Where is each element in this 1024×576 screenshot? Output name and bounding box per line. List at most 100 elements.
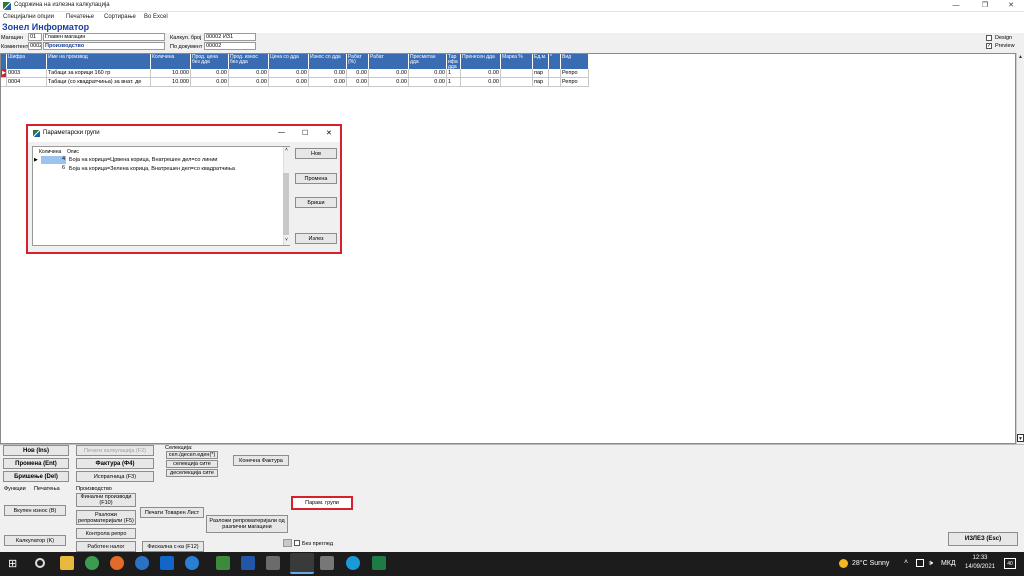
table-cell[interactable]: 10.000	[151, 69, 191, 78]
final-invoice-button[interactable]: Конечна Фактура	[233, 455, 289, 466]
table-cell[interactable]	[501, 69, 533, 78]
col-header-price-vat[interactable]: Цена со дда	[269, 54, 309, 69]
col-header-margin[interactable]: Марка %	[501, 54, 533, 69]
table-cell[interactable]: 0.00	[309, 78, 347, 87]
new-button[interactable]: Нов (Ins)	[3, 445, 69, 456]
print-waybill-button[interactable]: Печати Товарен Лист	[140, 507, 204, 518]
table-cell[interactable]: 0.00	[409, 69, 447, 78]
close-button[interactable]: ✕	[998, 0, 1024, 12]
table-cell[interactable]: 0.00	[409, 78, 447, 87]
app-icon-3[interactable]	[216, 556, 230, 570]
edit-button[interactable]: Промена (Ent)	[3, 458, 69, 469]
table-cell[interactable]: 0.00	[309, 69, 347, 78]
list-scroll-down-icon[interactable]: ˅	[283, 237, 290, 243]
col-header-transferred-vat[interactable]: Пренесен дда	[461, 54, 501, 69]
table-cell[interactable]: пар	[533, 69, 549, 78]
no-preview-checkbox[interactable]	[294, 540, 300, 546]
calc-number-field[interactable]: 00002 ИЗ1	[204, 33, 256, 41]
dialog-new-button[interactable]: Нов	[295, 148, 337, 159]
col-header-name[interactable]: Име на производ	[47, 54, 151, 69]
param-groups-button[interactable]: Парам. групи	[291, 496, 353, 510]
table-cell[interactable]: 0.00	[229, 69, 269, 78]
document-field[interactable]: 00002	[204, 42, 256, 50]
dialog-edit-button[interactable]: Промена	[295, 173, 337, 184]
col-header-tariff[interactable]: Тар ифа дда	[447, 54, 461, 69]
control-button[interactable]: Контрола репро	[76, 528, 136, 539]
table-cell[interactable]: 0.00	[191, 69, 229, 78]
table-cell[interactable]	[549, 78, 561, 87]
table-cell[interactable]: Табаци за корици 160 гр	[47, 69, 151, 78]
dialog-minimize-button[interactable]: —	[278, 129, 285, 136]
menu-special-options[interactable]: Специјални опции	[3, 14, 54, 20]
breakdown-multi-button[interactable]: Разложи репроматеријали од различни мага…	[206, 515, 288, 533]
table-cell[interactable]: 0.00	[461, 69, 501, 78]
select-one-button[interactable]: сел./десел.еден(*)	[166, 451, 218, 459]
table-cell[interactable]: 1	[447, 69, 461, 78]
table-cell[interactable]: Репро	[561, 78, 589, 87]
warehouse-name-field[interactable]: Главен магацин	[43, 33, 165, 41]
menu-excel[interactable]: Во Excel	[144, 14, 168, 20]
grid-scrollbar[interactable]: ▲ ▼	[1016, 53, 1024, 444]
volume-icon[interactable]: 🕩	[928, 558, 933, 568]
col-header-code[interactable]: Шифра	[7, 54, 47, 69]
fiscal-button[interactable]: Фискална с-ка (F12)	[142, 541, 204, 552]
col-header-quantity[interactable]: Количина	[151, 54, 191, 69]
table-cell[interactable]: 0.00	[461, 78, 501, 87]
scroll-down-icon[interactable]: ▼	[1017, 434, 1024, 442]
list-item-desc[interactable]: Боја на корица=Црвена корица, Внатрешен …	[69, 157, 217, 163]
table-cell[interactable]: 0.00	[347, 78, 369, 87]
list-scroll-up-icon[interactable]: ˄	[283, 147, 290, 153]
partner-code-field[interactable]: 0002	[28, 42, 42, 50]
list-item-qty[interactable]: 6	[41, 165, 66, 173]
outlook-icon[interactable]	[160, 556, 174, 570]
tools-icon[interactable]	[266, 556, 280, 570]
invoice-button[interactable]: Фактура (Ф4)	[76, 458, 154, 469]
list-scroll-thumb[interactable]	[283, 173, 289, 235]
dispatch-button[interactable]: Испратница (F3)	[76, 471, 154, 482]
table-cell[interactable]: 1	[447, 78, 461, 87]
clock-time[interactable]: 12:33	[968, 555, 992, 561]
language-indicator[interactable]: МКД	[941, 560, 956, 567]
firefox-icon[interactable]	[110, 556, 124, 570]
file-explorer-icon[interactable]	[60, 556, 74, 570]
skype-icon[interactable]	[346, 556, 360, 570]
menu-printing[interactable]: Печатење	[66, 14, 94, 20]
start-windows-icon[interactable]: ⊞	[8, 558, 20, 570]
warehouse-code-field[interactable]: 01	[28, 33, 42, 41]
list-item-desc[interactable]: Боја на корица=Зелена корица, Внатрешен …	[69, 166, 235, 172]
table-cell[interactable]	[549, 69, 561, 78]
partner-name-field[interactable]: Производство	[43, 42, 165, 50]
tab-functions[interactable]: Функции	[4, 486, 26, 492]
zonel-app-icon[interactable]	[290, 553, 314, 574]
col-header-star[interactable]: *	[549, 54, 561, 69]
col-header-discount[interactable]: Рабат	[369, 54, 409, 69]
design-checkbox[interactable]	[986, 35, 992, 41]
breakdown-button[interactable]: Разложи репроматеријали (F5)	[76, 510, 136, 525]
col-header-amount-vat[interactable]: Износ со дда	[309, 54, 347, 69]
table-cell[interactable]: 0.00	[347, 69, 369, 78]
col-header-price-no-vat[interactable]: Прод. цена без дда	[191, 54, 229, 69]
tray-chevron-icon[interactable]: ˄	[904, 559, 908, 566]
clock-date[interactable]: 14/09/2021	[962, 564, 998, 570]
list-item-qty[interactable]: 4	[41, 156, 66, 164]
dialog-close-button[interactable]: ✕	[326, 129, 332, 137]
total-amount-button[interactable]: Вкупен износ (B)	[4, 505, 66, 516]
table-cell[interactable]: 0.00	[269, 78, 309, 87]
weather-text[interactable]: 28°C Sunny	[852, 560, 889, 567]
search-icon[interactable]	[35, 558, 45, 568]
tab-printing[interactable]: Печатења	[34, 486, 60, 492]
col-header-discount-pct[interactable]: Рабат (%)	[347, 54, 369, 69]
scroll-up-icon[interactable]: ▲	[1017, 53, 1024, 61]
col-header-calc-vat[interactable]: Пресметан дда	[409, 54, 447, 69]
table-cell[interactable]: 0.00	[369, 69, 409, 78]
final-products-button[interactable]: Финални производи (F10)	[76, 493, 136, 507]
app-icon-4[interactable]	[320, 556, 334, 570]
table-cell[interactable]: 0004	[7, 78, 47, 87]
select-all-button[interactable]: селекција сите	[166, 460, 218, 468]
table-cell[interactable]: Репро	[561, 69, 589, 78]
restore-button[interactable]: ❐	[972, 0, 998, 12]
dialog-maximize-button[interactable]: ☐	[302, 129, 308, 137]
app-icon-1[interactable]	[135, 556, 149, 570]
notifications-icon[interactable]: 40	[1004, 558, 1016, 569]
table-cell[interactable]	[501, 78, 533, 87]
